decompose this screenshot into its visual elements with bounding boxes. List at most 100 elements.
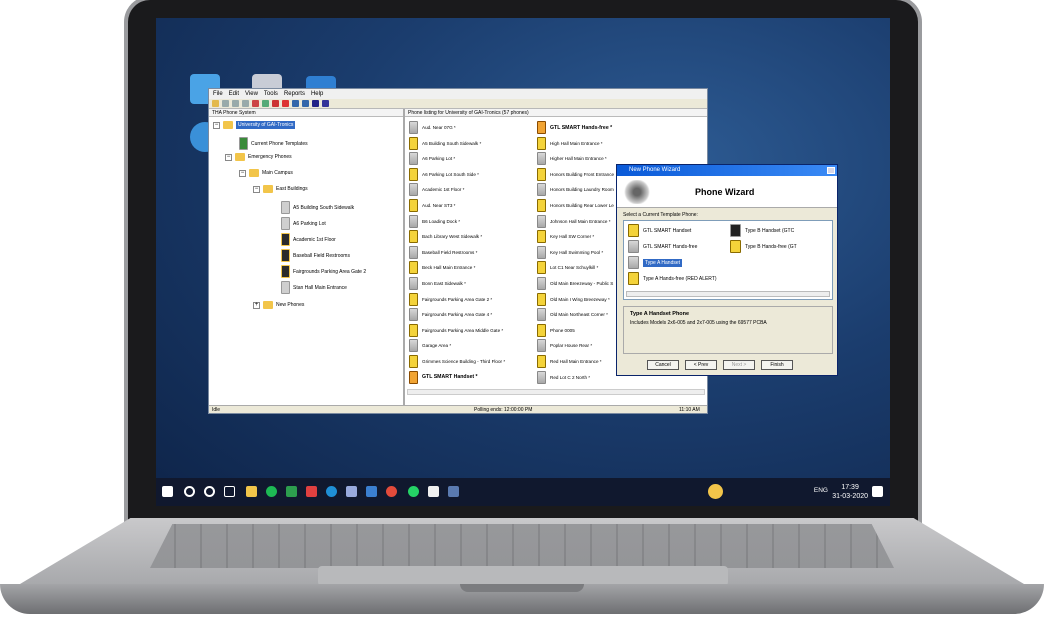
template-option[interactable]: Type A Hands-free (RED ALERT): [628, 272, 717, 285]
phone-list-item[interactable]: Old Main Breezeway - Public S: [537, 277, 613, 290]
menu-help[interactable]: Help: [311, 91, 323, 97]
collapse-icon[interactable]: −: [213, 121, 220, 129]
phone-list-item[interactable]: Phone 0005: [537, 323, 575, 337]
phone-list-item[interactable]: Academic 1st Floor *: [409, 183, 464, 197]
phone-list-item[interactable]: Aud. Near ST3 *: [409, 199, 455, 212]
file-explorer-icon[interactable]: [246, 486, 257, 497]
next-button[interactable]: Next >: [723, 360, 755, 370]
edge-icon[interactable]: [326, 486, 337, 497]
task-view-icon[interactable]: [224, 486, 235, 497]
phone-list-item[interactable]: A6 Parking Lot *: [409, 152, 455, 166]
phone-list-item[interactable]: Honors Building Laundry Room: [537, 183, 614, 197]
expand-icon[interactable]: +: [253, 301, 260, 309]
open-icon[interactable]: [212, 100, 219, 107]
taskbar-clock[interactable]: 17:39 31-03-2020: [832, 483, 868, 501]
tree-templates[interactable]: Current Phone Templates: [239, 137, 308, 150]
chrome-icon[interactable]: [386, 486, 397, 497]
finish-button[interactable]: Finish: [761, 360, 793, 370]
tree-leaf[interactable]: A5 Building South Sidewalk: [281, 201, 354, 214]
phone-list-item[interactable]: Bonn East Sidewalk *: [409, 277, 466, 290]
app-icon[interactable]: [286, 486, 297, 497]
tree-leaf[interactable]: Fairgrounds Parking Area Gate 2: [281, 265, 366, 278]
phone-list-item[interactable]: A5 Building South Sidewalk *: [409, 136, 481, 150]
template-option[interactable]: Type B Handset (GTC: [730, 224, 794, 237]
phone-list-item[interactable]: Fairgrounds Parking Area Gate 2 *: [409, 292, 492, 306]
tree-new-phones[interactable]: + New Phones: [253, 301, 304, 309]
phone-list-item[interactable]: Old Main Northeast Corner *: [537, 308, 608, 322]
search-icon[interactable]: [184, 486, 195, 497]
phone-app-icon[interactable]: [448, 486, 459, 497]
arrow-icon[interactable]: [312, 100, 319, 107]
phone-list-item[interactable]: Garage Area *: [409, 339, 451, 353]
tree-east-buildings[interactable]: − East Buildings: [253, 185, 308, 193]
phone-list-item[interactable]: Grimmes Science Building - Third Floor *: [409, 355, 505, 368]
wizard-list-scrollbar[interactable]: [626, 291, 830, 297]
menu-view[interactable]: View: [245, 91, 258, 97]
phone-list-item[interactable]: Higher Hall Main Entrance *: [537, 152, 607, 166]
template-list[interactable]: GTL SMART Handset GTL SMART Hands-free T…: [623, 220, 833, 300]
store-icon[interactable]: [428, 486, 439, 497]
menu-tools[interactable]: Tools: [264, 91, 278, 97]
phone-list-item[interactable]: GTL SMART Handset *: [409, 370, 478, 384]
phone-list-item[interactable]: Lot C1 Near Schuylkill *: [537, 261, 598, 275]
tree-leaf[interactable]: Academic 1st Floor: [281, 233, 336, 246]
phone-list-item[interactable]: A6 Parking Lot South Side *: [409, 167, 479, 181]
phone-list-item[interactable]: Honors Building Front Entrance: [537, 167, 614, 181]
phone-list-item[interactable]: Fairgrounds Parking Area Middle Gate *: [409, 323, 503, 337]
collapse-icon[interactable]: −: [253, 185, 260, 193]
close-icon[interactable]: [827, 167, 835, 174]
menu-reports[interactable]: Reports: [284, 91, 305, 97]
windows-start-icon[interactable]: [162, 486, 173, 497]
phone-list-item[interactable]: Old Main I Wing Breezeway *: [537, 292, 610, 306]
tree-leaf[interactable]: Stan Hall Main Entrance: [281, 281, 347, 294]
phone-list-item[interactable]: Red Lot C 2 North *: [537, 370, 590, 384]
tree-leaf[interactable]: Baseball Field Restrooms: [281, 249, 350, 262]
tree-root[interactable]: − University of GAI-Tronics: [213, 121, 296, 129]
phone-list-item[interactable]: Johnson Hall Main Entrance *: [537, 214, 611, 228]
paint-icon[interactable]: [346, 486, 357, 497]
phone-list-item[interactable]: High Hall Main Entrance *: [537, 136, 603, 150]
phone-list-item[interactable]: Poplar House Rear *: [537, 339, 592, 353]
copy-icon[interactable]: [232, 100, 239, 107]
phone-list-item[interactable]: Key Hall Swimming Pool *: [537, 245, 603, 259]
help-icon[interactable]: [708, 484, 723, 499]
phone-list-item[interactable]: Bach Library West Sidewalk *: [409, 230, 482, 244]
mail-icon[interactable]: [366, 486, 377, 497]
cancel-button[interactable]: Cancel: [647, 360, 679, 370]
prev-button[interactable]: < Prev: [685, 360, 717, 370]
phone-list-item[interactable]: Red Hall Main Entrance *: [537, 355, 602, 368]
list-icon[interactable]: [302, 100, 309, 107]
cut-icon[interactable]: [222, 100, 229, 107]
template-option[interactable]: Type B Hands-free (GT: [730, 240, 797, 253]
alert-icon[interactable]: [282, 100, 289, 107]
horizontal-scrollbar[interactable]: [407, 389, 705, 395]
grid-icon[interactable]: [292, 100, 299, 107]
whatsapp-icon[interactable]: [408, 486, 419, 497]
template-option-selected[interactable]: Type A Handset: [628, 256, 683, 269]
notification-icon[interactable]: [872, 486, 883, 497]
tree-leaf[interactable]: A6 Parking Lot: [281, 217, 326, 230]
menu-file[interactable]: File: [213, 91, 223, 97]
phone-list-item[interactable]: Beck Hall Main Entrance *: [409, 261, 475, 275]
collapse-icon[interactable]: −: [239, 169, 246, 177]
template-option[interactable]: GTL SMART Hands-free: [628, 240, 697, 253]
tray-lang[interactable]: ENG: [814, 487, 828, 494]
paste-icon[interactable]: [242, 100, 249, 107]
cortana-icon[interactable]: [204, 486, 215, 497]
phone-icon[interactable]: [272, 100, 279, 107]
spotify-icon[interactable]: [266, 486, 277, 497]
tree-emergency[interactable]: − Emergency Phones: [225, 153, 292, 161]
phone-list-item[interactable]: Honors Building Rear Lower Le: [537, 199, 614, 212]
delete-icon[interactable]: [252, 100, 259, 107]
phone-list-item[interactable]: Aud. Near 07G *: [409, 121, 456, 134]
phone-list-item[interactable]: Fairgrounds Parking Area Gate 4 *: [409, 308, 492, 322]
pencil-icon[interactable]: [322, 100, 329, 107]
menu-edit[interactable]: Edit: [229, 91, 239, 97]
phone-list-item[interactable]: B6 Loading Dock *: [409, 214, 460, 228]
tree-main-campus[interactable]: − Main Campus: [239, 169, 293, 177]
phone-list-item[interactable]: Key Hall SW Corner *: [537, 230, 594, 244]
collapse-icon[interactable]: −: [225, 153, 232, 161]
phone-list-item[interactable]: GTL SMART Hands-free *: [537, 121, 612, 134]
template-option[interactable]: GTL SMART Handset: [628, 224, 691, 237]
app-red-icon[interactable]: [306, 486, 317, 497]
